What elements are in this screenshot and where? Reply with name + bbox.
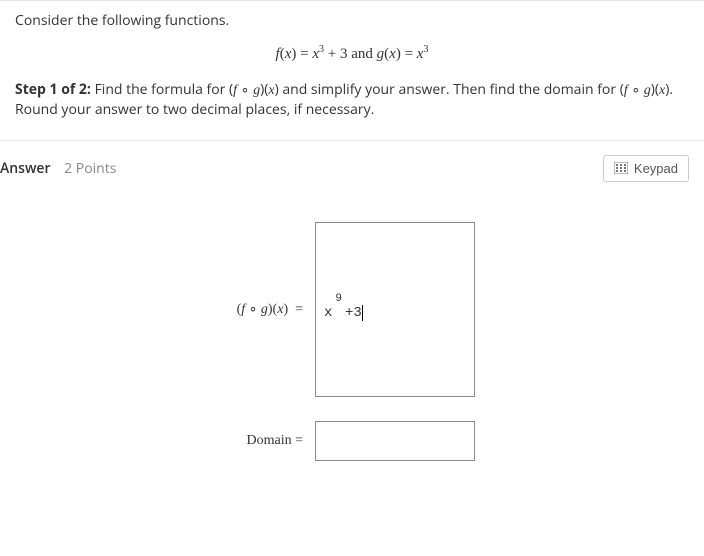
keypad-icon (614, 162, 628, 174)
fog-label: (f ∘ g)(x) = (15, 301, 315, 318)
fog-input[interactable]: x 9 +3 (315, 222, 475, 397)
domain-label: Domain = (15, 433, 315, 449)
fog-base: x (324, 295, 332, 321)
keypad-label: Keypad (634, 161, 678, 176)
domain-input[interactable] (315, 421, 475, 461)
answer-heading: Answer 2 Points (0, 159, 116, 178)
fog-row: (f ∘ g)(x) = x 9 +3 (15, 222, 689, 397)
answer-label: Answer (0, 159, 51, 178)
intro-text: Consider the following functions. (15, 11, 689, 30)
step-text: Find the formula for (f ∘ g)(x) and simp… (15, 80, 673, 119)
step-instructions: Step 1 of 2: Find the formula for (f ∘ g… (15, 81, 689, 120)
function-definitions: f(x) = x3 + 3 and g(x) = x3 (15, 44, 689, 63)
question-area: Consider the following functions. f(x) =… (0, 0, 704, 141)
text-caret (362, 305, 363, 321)
answer-bar: Answer 2 Points Keypad (0, 141, 704, 192)
points-label: 2 Points (64, 159, 116, 178)
step-label: Step 1 of 2: (15, 80, 91, 99)
domain-row: Domain = (15, 421, 689, 461)
keypad-button[interactable]: Keypad (603, 155, 689, 182)
work-area: (f ∘ g)(x) = x 9 +3 Domain = (0, 192, 704, 461)
fog-rest: +3 (345, 295, 362, 321)
fog-exponent: 9 (332, 293, 345, 305)
fog-typed-value: x 9 +3 (324, 295, 363, 321)
